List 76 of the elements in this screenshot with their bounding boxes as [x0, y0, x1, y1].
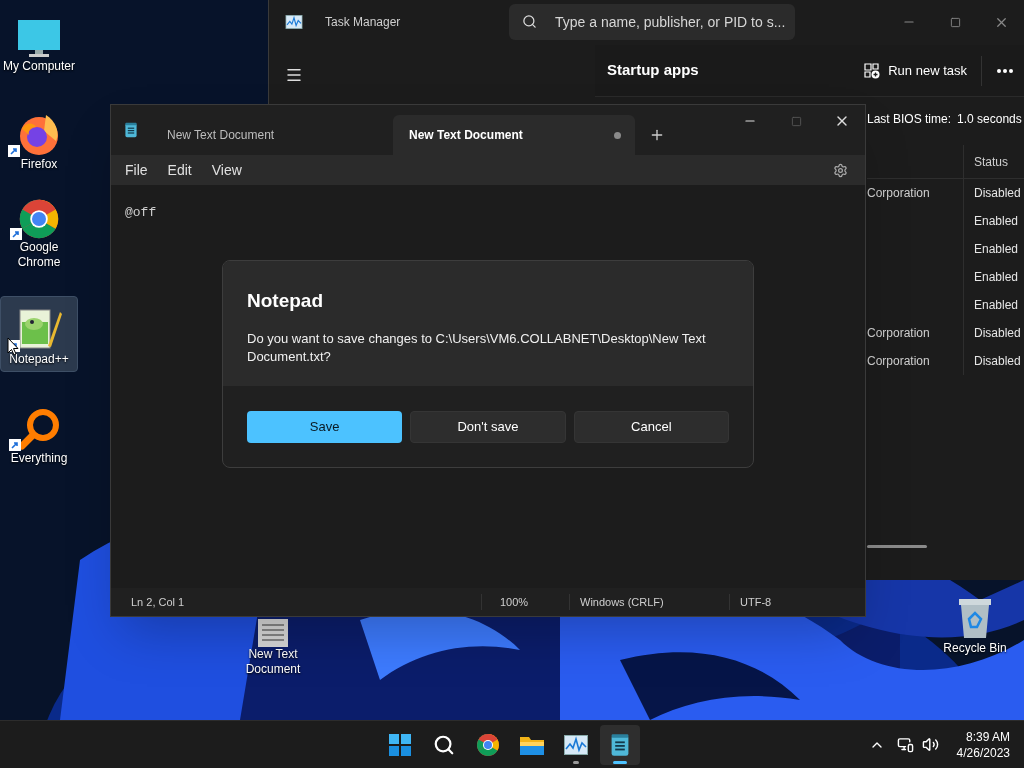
window-title: Task Manager [325, 14, 402, 31]
text-file-icon [257, 619, 289, 647]
table-cell-text: Enabled [974, 269, 1019, 286]
desktop-icon-label: Firefox [19, 157, 59, 172]
table-cell-text: Corporation [867, 325, 930, 342]
table-cell-text: Enabled [974, 297, 1019, 314]
desktop-icon-label: Google Chrome [16, 240, 62, 270]
windows-logo-icon [389, 733, 411, 756]
menu-icon [285, 66, 303, 84]
bios-time-value: 1.0 seconds [957, 111, 1022, 128]
shortcut-arrow-icon [8, 145, 20, 157]
scrollbar-thumb[interactable] [867, 545, 927, 548]
monitor-icon [17, 19, 61, 59]
menu-item[interactable]: File [115, 156, 158, 184]
dialog-button[interactable]: Cancel [573, 410, 729, 443]
network-icon[interactable] [896, 736, 914, 753]
desktop-shortcut[interactable]: Recycle Bin [936, 597, 1014, 656]
dialog-message: Do you want to save changes to C:\Users\VM6.COLLABNET\Desktop\New Text Document.txt? [247, 329, 707, 366]
desktop-icon-label: My Computer [2, 59, 76, 74]
dialog-title: Notepad [247, 289, 324, 313]
running-indicator [613, 760, 627, 764]
volume-icon[interactable] [921, 736, 939, 753]
column-header[interactable]: Status [974, 152, 1009, 171]
notepad-plus-icon [16, 306, 62, 352]
page-title: Startup apps [607, 60, 699, 81]
desktop-icon-label: Notepad++ [8, 352, 70, 367]
table-cell-text: Disabled [974, 325, 1021, 342]
app-add-icon [864, 62, 881, 79]
table-cell-text: Disabled [974, 185, 1021, 202]
desktop-icon-label: New Text Document [244, 647, 302, 677]
table-cell-text: Disabled [974, 353, 1021, 370]
bios-time-label: Last BIOS time: [867, 111, 952, 128]
desktop-icon-label: Everything [9, 451, 69, 466]
clock[interactable]: 8:39 AM 4/26/2023 [956, 728, 1010, 761]
menu-item[interactable]: Edit [157, 156, 202, 184]
notepad-icon [123, 122, 139, 138]
chrome-icon [18, 198, 60, 240]
search-icon [433, 733, 455, 756]
desktop-shortcut[interactable]: Notepad++ [0, 296, 78, 372]
status-text: 100% [500, 594, 529, 610]
chart-icon [564, 734, 588, 755]
taskbar-app-button[interactable] [600, 724, 640, 765]
shortcut-arrow-icon [9, 439, 21, 451]
table-cell-text: Enabled [974, 241, 1019, 258]
chrome-icon [476, 732, 500, 757]
status-text: Windows (CRLF) [580, 594, 664, 610]
mouse-pointer-icon [7, 337, 19, 356]
maximize-icon [949, 16, 961, 28]
status-text: Ln 2, Col 1 [131, 594, 185, 610]
desktop-icon-label: Recycle Bin [943, 641, 1007, 656]
settings-icon [832, 162, 848, 178]
more-icon [997, 68, 1013, 73]
shortcut-arrow-icon [10, 228, 22, 240]
plus-icon [649, 127, 665, 143]
maximize-icon [790, 115, 802, 127]
desktop-shortcut[interactable]: My Computer [0, 2, 78, 78]
run-new-task-button[interactable]: Run new task [858, 53, 973, 88]
recycle-bin-icon [957, 597, 993, 639]
desktop-shortcut[interactable]: Google Chrome [0, 198, 78, 274]
search-icon [522, 14, 537, 29]
document-tab[interactable]: New Text Document [151, 115, 393, 155]
dialog-button[interactable]: Save [247, 410, 403, 443]
running-indicator [573, 760, 579, 764]
chart-icon [285, 15, 303, 29]
status-text: UTF-8 [740, 594, 772, 610]
table-cell-text: Corporation [867, 353, 930, 370]
desktop-file[interactable]: New Text Document [234, 619, 312, 677]
menu-item[interactable]: View [201, 156, 252, 184]
editor-text: @off [125, 205, 157, 220]
desktop-shortcut[interactable]: Everything [0, 394, 78, 470]
desktop-shortcut[interactable]: Firefox [0, 100, 78, 176]
search-field[interactable]: Type a name, publisher, or PID to s... [509, 4, 795, 40]
table-cell-text: Enabled [974, 213, 1019, 230]
document-tab[interactable]: New Text Document [393, 115, 635, 155]
dialog-button[interactable]: Don't save [410, 410, 566, 443]
table-cell-text: Corporation [867, 185, 930, 202]
